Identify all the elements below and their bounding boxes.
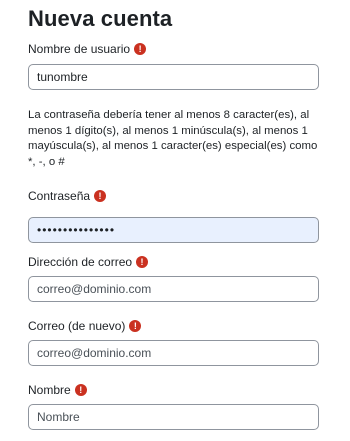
first-name-group: Nombre ! <box>28 382 320 430</box>
required-icon: ! <box>129 320 142 332</box>
required-icon: ! <box>74 384 87 396</box>
email-input[interactable] <box>28 276 319 302</box>
email-confirm-label-row: Correo (de nuevo) ! <box>28 318 320 334</box>
password-label: Contraseña <box>28 189 91 203</box>
username-input[interactable] <box>28 64 319 90</box>
email-confirm-label: Correo (de nuevo) <box>28 319 126 333</box>
username-label-row: Nombre de usuario ! <box>28 41 320 57</box>
required-icon: ! <box>136 256 149 268</box>
email-label-row: Dirección de correo ! <box>28 254 320 270</box>
password-group: Contraseña ! <box>28 188 320 243</box>
first-name-label-row: Nombre ! <box>28 382 320 398</box>
email-confirm-input[interactable] <box>28 340 319 366</box>
password-label-row: Contraseña ! <box>28 188 320 204</box>
required-icon: ! <box>94 190 107 202</box>
email-group: Dirección de correo ! <box>28 254 320 302</box>
required-icon: ! <box>134 43 147 55</box>
password-requirements-text: La contraseña debería tener al menos 8 c… <box>28 109 318 168</box>
page-title: Nueva cuenta <box>28 6 173 31</box>
first-name-label: Nombre <box>28 383 71 397</box>
username-group: Nombre de usuario ! <box>28 41 320 90</box>
password-input[interactable] <box>28 217 319 243</box>
username-label: Nombre de usuario <box>28 42 131 56</box>
signup-form: Nueva cuenta Nombre de usuario ! La cont… <box>28 0 320 430</box>
email-label: Dirección de correo <box>28 255 133 269</box>
first-name-input[interactable] <box>28 404 319 430</box>
email-confirm-group: Correo (de nuevo) ! <box>28 318 320 366</box>
